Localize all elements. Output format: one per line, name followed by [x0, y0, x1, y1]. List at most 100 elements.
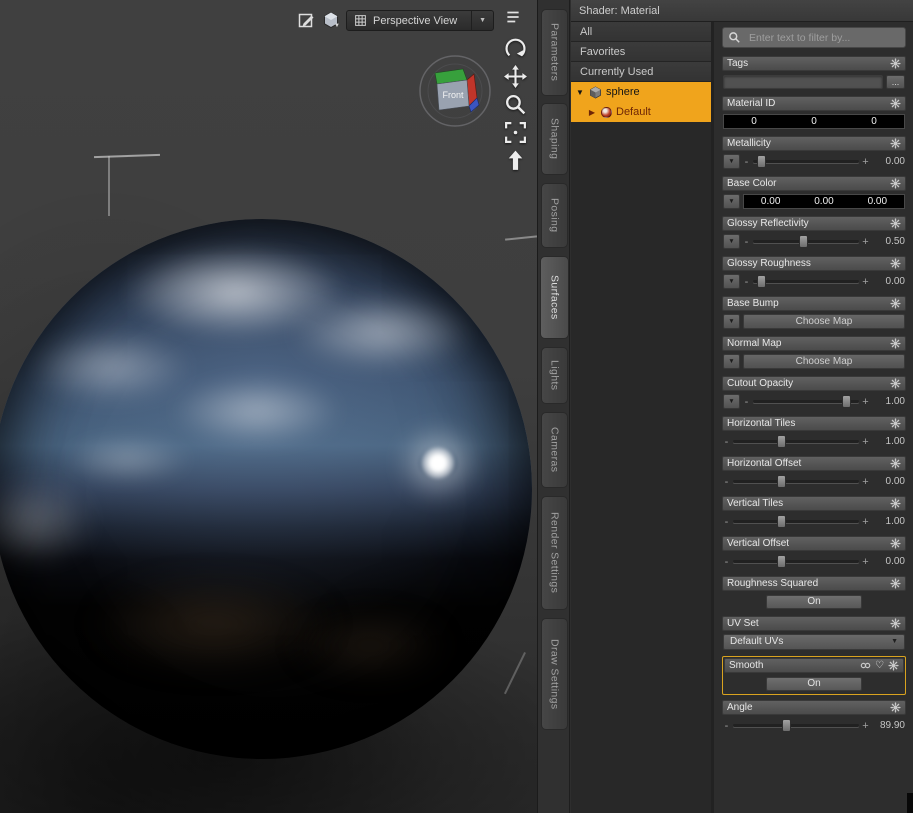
- tree-node-default-surface[interactable]: ▶ Default: [571, 102, 711, 122]
- gear-icon[interactable]: [888, 660, 899, 671]
- horizontal-offset-value[interactable]: 0.00: [872, 476, 905, 487]
- vertical-offset-slider[interactable]: [733, 555, 859, 568]
- slider-decrement[interactable]: -: [743, 156, 750, 168]
- preset-dropdown-button[interactable]: ▼: [723, 234, 740, 249]
- viewport-3d[interactable]: ▼ Perspective View ▼ Front: [0, 0, 537, 813]
- preset-dropdown-button[interactable]: ▼: [723, 394, 740, 409]
- base-color-swatch[interactable]: 0.00 0.00 0.00: [743, 194, 905, 209]
- angle-slider[interactable]: [733, 719, 859, 732]
- tab-cameras[interactable]: Cameras: [541, 412, 568, 488]
- viewport-options-icon[interactable]: [504, 8, 522, 26]
- slider-increment[interactable]: +: [862, 720, 869, 732]
- vertical-tiles-slider[interactable]: [733, 515, 859, 528]
- zoom-tool-icon[interactable]: [503, 92, 528, 117]
- gear-icon[interactable]: [890, 538, 901, 549]
- gear-icon[interactable]: [890, 418, 901, 429]
- view-selector-dropdown[interactable]: Perspective View ▼: [346, 10, 494, 31]
- glossy-reflectivity-slider[interactable]: [753, 235, 859, 248]
- glossy-reflectivity-value[interactable]: 0.50: [872, 236, 905, 247]
- slider-handle[interactable]: [798, 235, 808, 248]
- gear-icon[interactable]: [890, 218, 901, 229]
- gear-icon[interactable]: [890, 178, 901, 189]
- cutout-opacity-slider[interactable]: [753, 395, 859, 408]
- slider-handle[interactable]: [776, 515, 786, 528]
- tree-collapsed-icon[interactable]: ▶: [587, 108, 597, 117]
- horizontal-tiles-value[interactable]: 1.00: [872, 436, 905, 447]
- tab-draw-settings[interactable]: Draw Settings: [541, 618, 568, 730]
- tree-expanded-icon[interactable]: ▼: [575, 88, 585, 97]
- material-id-values[interactable]: 0 0 0: [723, 114, 905, 129]
- slider-decrement[interactable]: -: [723, 436, 730, 448]
- slider-handle[interactable]: [757, 275, 767, 288]
- gear-icon[interactable]: [890, 618, 901, 629]
- glossy-roughness-value[interactable]: 0.00: [872, 276, 905, 287]
- slider-increment[interactable]: +: [862, 476, 869, 488]
- tags-more-button[interactable]: ...: [886, 74, 905, 89]
- property-filter-input[interactable]: [722, 27, 906, 48]
- gear-icon[interactable]: [890, 138, 901, 149]
- horizontal-tiles-slider[interactable]: [733, 435, 859, 448]
- view-navigation-cube[interactable]: Front: [416, 52, 494, 130]
- gear-icon[interactable]: [890, 258, 901, 269]
- reset-view-icon[interactable]: [503, 148, 528, 173]
- base-bump-choose-map-button[interactable]: Choose Map: [743, 314, 905, 329]
- slider-increment[interactable]: +: [862, 236, 869, 248]
- gear-icon[interactable]: [890, 702, 901, 713]
- gear-icon[interactable]: [890, 498, 901, 509]
- favorite-heart-icon[interactable]: ♡: [875, 660, 884, 671]
- tab-parameters[interactable]: Parameters: [541, 9, 568, 96]
- orbit-tool-icon[interactable]: [503, 36, 528, 61]
- slider-handle[interactable]: [776, 475, 786, 488]
- slider-decrement[interactable]: -: [723, 720, 730, 732]
- slider-decrement[interactable]: -: [743, 236, 750, 248]
- pan-tool-icon[interactable]: [503, 64, 528, 89]
- gear-icon[interactable]: [890, 98, 901, 109]
- normal-map-choose-map-button[interactable]: Choose Map: [743, 354, 905, 369]
- browser-filter-all[interactable]: All: [571, 22, 711, 42]
- frame-tool-icon[interactable]: [503, 120, 528, 145]
- slider-handle[interactable]: [776, 435, 786, 448]
- browser-filter-favorites[interactable]: Favorites: [571, 42, 711, 62]
- cutout-opacity-value[interactable]: 1.00: [872, 396, 905, 407]
- angle-value[interactable]: 89.90: [872, 720, 905, 731]
- slider-handle[interactable]: [842, 395, 852, 408]
- horizontal-offset-slider[interactable]: [733, 475, 859, 488]
- slider-increment[interactable]: +: [862, 516, 869, 528]
- preset-dropdown-button[interactable]: ▼: [723, 314, 740, 329]
- metallicity-value[interactable]: 0.00: [872, 156, 905, 167]
- slider-handle[interactable]: [781, 719, 791, 732]
- slider-decrement[interactable]: -: [723, 556, 730, 568]
- tab-lights[interactable]: Lights: [541, 347, 568, 404]
- tab-render-settings[interactable]: Render Settings: [541, 496, 568, 610]
- slider-increment[interactable]: +: [862, 436, 869, 448]
- tree-node-sphere[interactable]: ▼ sphere: [571, 82, 711, 102]
- gear-icon[interactable]: [890, 378, 901, 389]
- slider-handle[interactable]: [757, 155, 767, 168]
- draw-style-icon[interactable]: [297, 10, 317, 30]
- metallicity-slider[interactable]: [753, 155, 859, 168]
- slider-increment[interactable]: +: [862, 156, 869, 168]
- preset-dropdown-button[interactable]: ▼: [723, 194, 740, 209]
- preset-dropdown-button[interactable]: ▼: [723, 274, 740, 289]
- uv-set-select[interactable]: Default UVs ▼: [723, 633, 905, 650]
- slider-decrement[interactable]: -: [723, 476, 730, 488]
- node-selection-caret[interactable]: ▼: [334, 23, 340, 29]
- gear-icon[interactable]: [890, 58, 901, 69]
- tags-input[interactable]: [723, 74, 883, 89]
- link-icon[interactable]: [860, 660, 871, 671]
- preset-dropdown-button[interactable]: ▼: [723, 154, 740, 169]
- gear-icon[interactable]: [890, 578, 901, 589]
- slider-decrement[interactable]: -: [743, 396, 750, 408]
- gear-icon[interactable]: [890, 458, 901, 469]
- slider-increment[interactable]: +: [862, 396, 869, 408]
- browser-filter-currently-used[interactable]: Currently Used: [571, 62, 711, 82]
- slider-increment[interactable]: +: [862, 556, 869, 568]
- slider-decrement[interactable]: -: [723, 516, 730, 528]
- smooth-toggle[interactable]: On: [766, 676, 862, 691]
- slider-increment[interactable]: +: [862, 276, 869, 288]
- gear-icon[interactable]: [890, 338, 901, 349]
- sphere-3d-object[interactable]: [0, 219, 532, 759]
- tab-shaping[interactable]: Shaping: [541, 103, 568, 175]
- tab-surfaces[interactable]: Surfaces: [540, 256, 569, 339]
- preset-dropdown-button[interactable]: ▼: [723, 354, 740, 369]
